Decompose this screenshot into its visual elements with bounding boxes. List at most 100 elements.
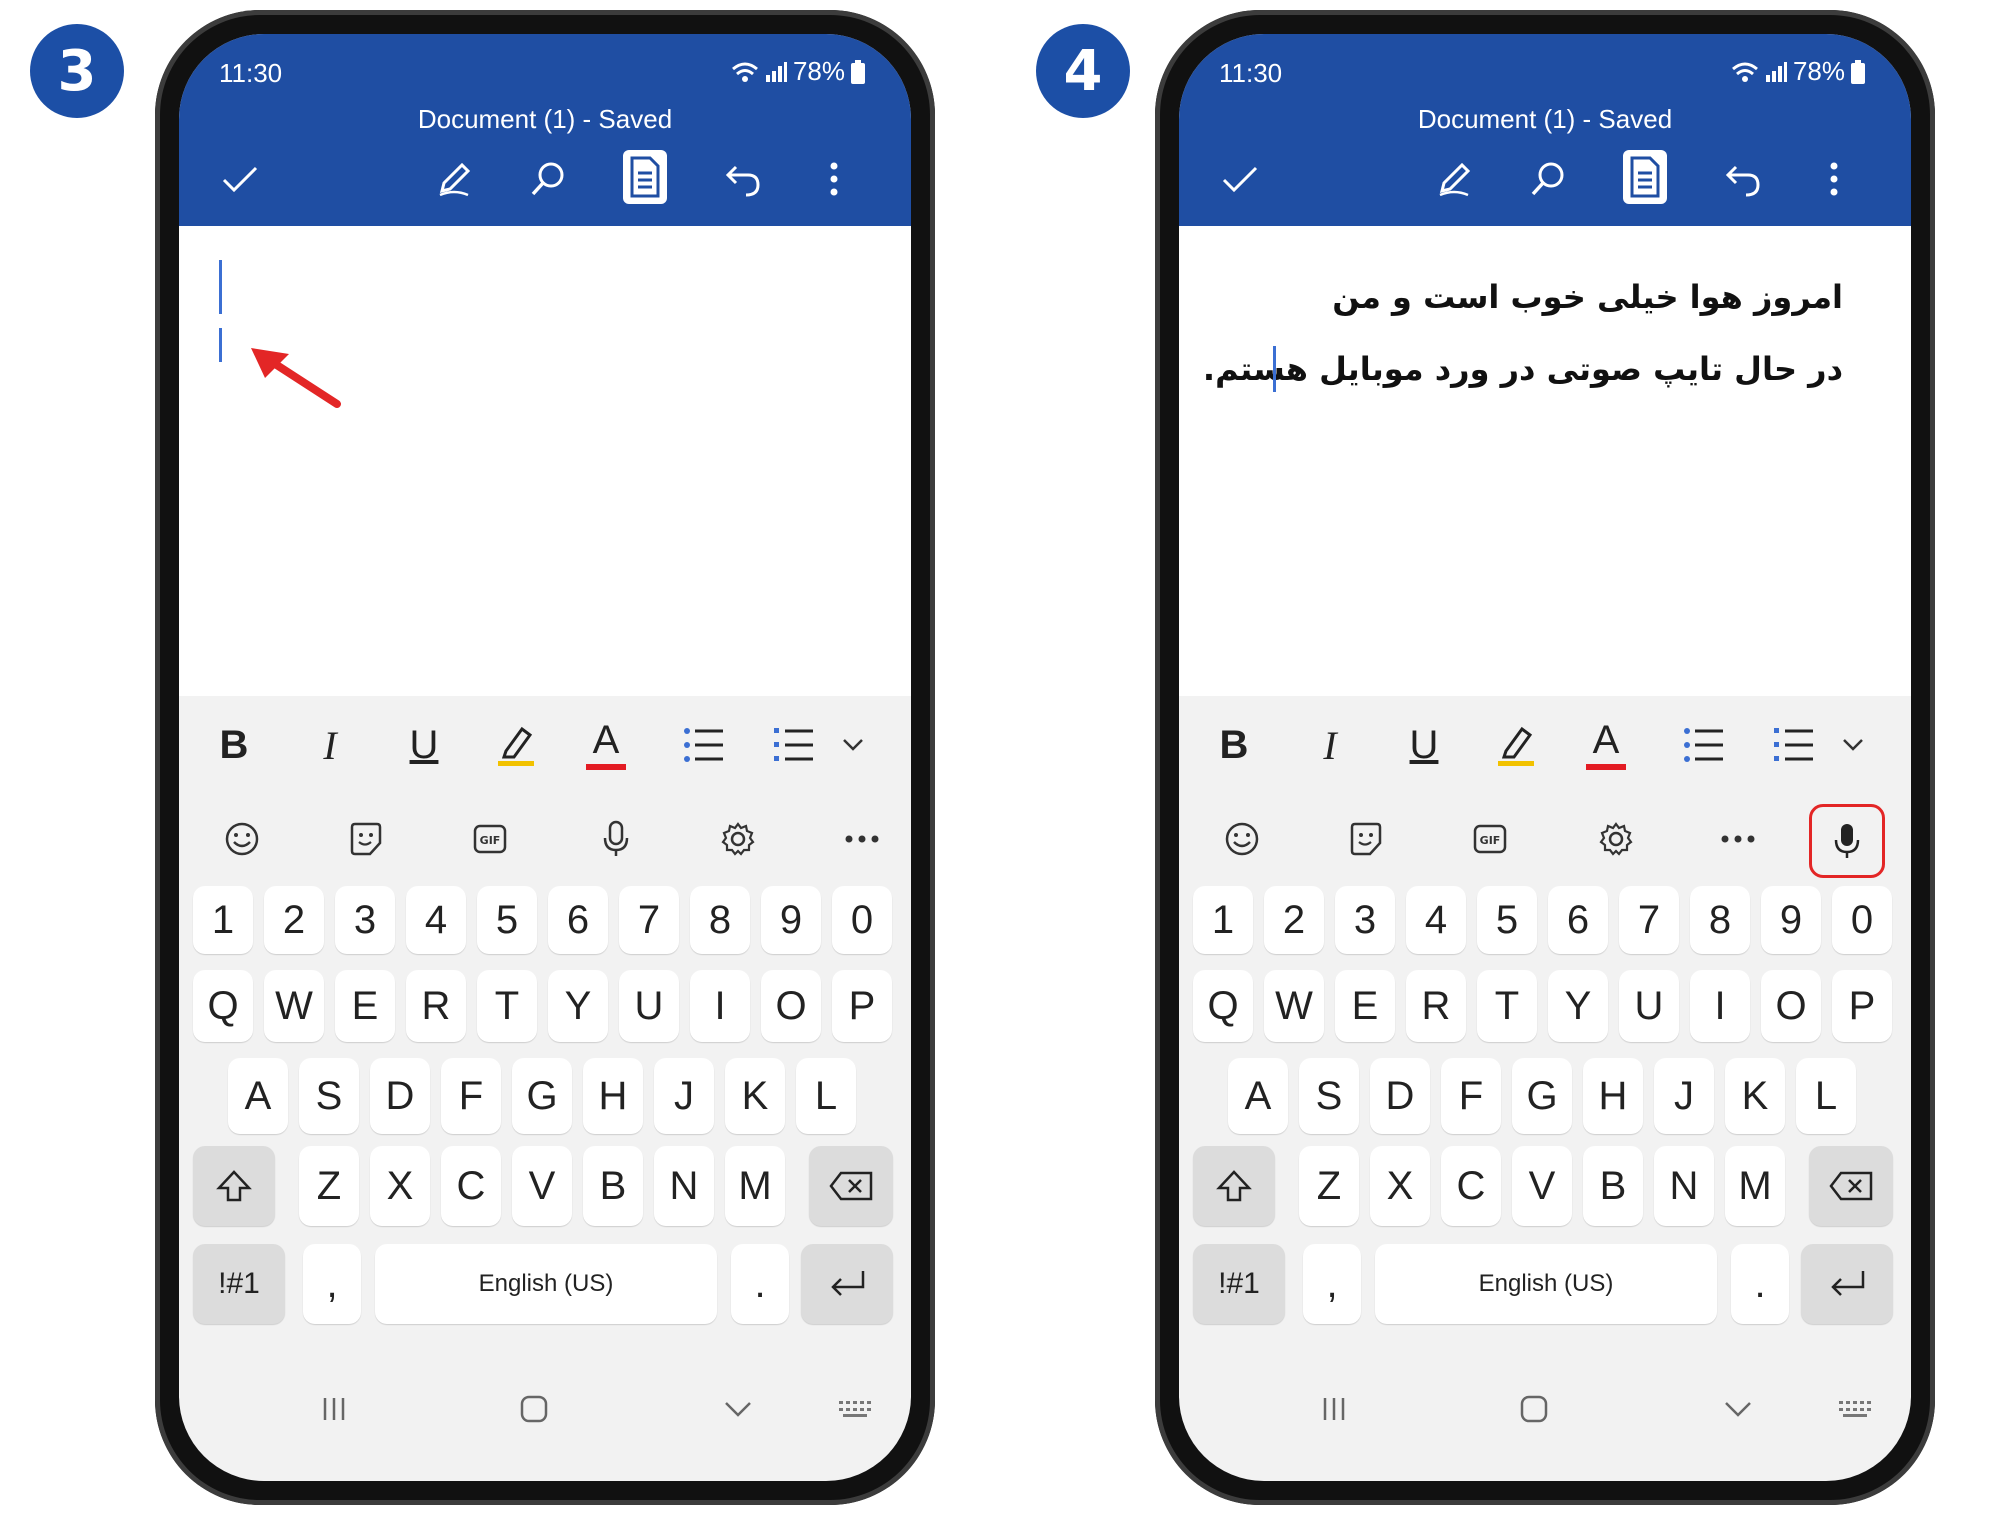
italic-button[interactable]: I	[1305, 696, 1355, 794]
key[interactable]: 0	[1832, 886, 1892, 954]
recent-apps-icon[interactable]	[1309, 1384, 1359, 1434]
comma-key[interactable]: ,	[303, 1244, 361, 1324]
key[interactable]: E	[1335, 970, 1395, 1042]
key[interactable]: 5	[1477, 886, 1537, 954]
hide-keyboard-chevron-icon[interactable]	[713, 1384, 763, 1434]
key[interactable]: K	[725, 1058, 785, 1134]
key[interactable]: C	[1441, 1146, 1501, 1226]
key[interactable]: G	[1512, 1058, 1572, 1134]
italic-button[interactable]: I	[305, 696, 355, 794]
backspace-key[interactable]	[1809, 1146, 1893, 1226]
hide-keyboard-chevron-icon[interactable]	[1713, 1384, 1763, 1434]
symbols-key[interactable]: !#1	[193, 1244, 285, 1324]
draw-pen-icon[interactable]	[1429, 154, 1479, 204]
key[interactable]: H	[583, 1058, 643, 1134]
key[interactable]: N	[654, 1146, 714, 1226]
key[interactable]: 5	[477, 886, 537, 954]
key[interactable]: 7	[619, 886, 679, 954]
key[interactable]: 9	[1761, 886, 1821, 954]
key[interactable]: Y	[1548, 970, 1608, 1042]
key[interactable]: N	[1654, 1146, 1714, 1226]
check-icon[interactable]	[215, 154, 265, 204]
settings-gear-icon[interactable]	[1589, 812, 1643, 866]
search-icon[interactable]	[523, 154, 573, 204]
key[interactable]: U	[1619, 970, 1679, 1042]
key[interactable]: R	[1406, 970, 1466, 1042]
key[interactable]: K	[1725, 1058, 1785, 1134]
microphone-icon[interactable]	[589, 812, 643, 866]
highlight-pen-icon[interactable]	[491, 696, 541, 794]
document-body[interactable]: امروز هوا خیلی خوب است و من در حال تایپ …	[1179, 226, 1911, 696]
more-vertical-icon[interactable]	[1809, 154, 1859, 204]
sticker-icon[interactable]	[339, 812, 393, 866]
document-view-icon[interactable]	[1623, 150, 1667, 204]
key[interactable]: Q	[193, 970, 253, 1042]
draw-pen-icon[interactable]	[429, 154, 479, 204]
enter-key[interactable]	[1801, 1244, 1893, 1324]
more-horizontal-icon[interactable]	[1711, 812, 1765, 866]
shift-key[interactable]	[1193, 1146, 1275, 1226]
bold-button[interactable]: B	[209, 696, 259, 794]
key[interactable]: U	[619, 970, 679, 1042]
microphone-icon[interactable]	[1809, 804, 1885, 878]
key[interactable]: Q	[1193, 970, 1253, 1042]
keyboard-switch-icon[interactable]	[1831, 1384, 1881, 1434]
key[interactable]: J	[1654, 1058, 1714, 1134]
key[interactable]: 9	[761, 886, 821, 954]
underline-button[interactable]: U	[399, 696, 449, 794]
key[interactable]: 7	[1619, 886, 1679, 954]
font-color-button[interactable]: A	[1581, 696, 1631, 794]
key[interactable]: A	[228, 1058, 288, 1134]
shift-key[interactable]	[193, 1146, 275, 1226]
emoji-icon[interactable]	[1215, 812, 1269, 866]
space-key[interactable]: English (US)	[1375, 1244, 1717, 1324]
backspace-key[interactable]	[809, 1146, 893, 1226]
key[interactable]: 3	[1335, 886, 1395, 954]
document-body[interactable]	[179, 226, 911, 696]
key[interactable]: S	[299, 1058, 359, 1134]
key[interactable]: X	[1370, 1146, 1430, 1226]
chevron-down-icon[interactable]	[1833, 696, 1873, 794]
key[interactable]: 3	[335, 886, 395, 954]
gif-icon[interactable]: GIF	[1463, 812, 1517, 866]
emoji-icon[interactable]	[215, 812, 269, 866]
settings-gear-icon[interactable]	[711, 812, 765, 866]
key[interactable]: D	[1370, 1058, 1430, 1134]
sticker-icon[interactable]	[1339, 812, 1393, 866]
key[interactable]: 6	[1548, 886, 1608, 954]
key[interactable]: Z	[299, 1146, 359, 1226]
key[interactable]: B	[583, 1146, 643, 1226]
key[interactable]: L	[796, 1058, 856, 1134]
key[interactable]: L	[1796, 1058, 1856, 1134]
key[interactable]: A	[1228, 1058, 1288, 1134]
enter-key[interactable]	[801, 1244, 893, 1324]
bold-button[interactable]: B	[1209, 696, 1259, 794]
key[interactable]: 8	[690, 886, 750, 954]
home-icon[interactable]	[509, 1384, 559, 1434]
key[interactable]: 4	[406, 886, 466, 954]
key[interactable]: 2	[264, 886, 324, 954]
undo-icon[interactable]	[1719, 154, 1769, 204]
recent-apps-icon[interactable]	[309, 1384, 359, 1434]
key[interactable]: 4	[1406, 886, 1466, 954]
key[interactable]: P	[1832, 970, 1892, 1042]
key[interactable]: B	[1583, 1146, 1643, 1226]
numbered-list-icon[interactable]	[1769, 696, 1819, 794]
key[interactable]: M	[1725, 1146, 1785, 1226]
period-key[interactable]: .	[731, 1244, 789, 1324]
gif-icon[interactable]: GIF	[463, 812, 517, 866]
symbols-key[interactable]: !#1	[1193, 1244, 1285, 1324]
key[interactable]: 2	[1264, 886, 1324, 954]
key[interactable]: W	[1264, 970, 1324, 1042]
key[interactable]: J	[654, 1058, 714, 1134]
key[interactable]: S	[1299, 1058, 1359, 1134]
key[interactable]: X	[370, 1146, 430, 1226]
key[interactable]: D	[370, 1058, 430, 1134]
numbered-list-icon[interactable]	[769, 696, 819, 794]
bullet-list-icon[interactable]	[679, 696, 729, 794]
key[interactable]: I	[690, 970, 750, 1042]
bullet-list-icon[interactable]	[1679, 696, 1729, 794]
undo-icon[interactable]	[719, 154, 769, 204]
check-icon[interactable]	[1215, 154, 1265, 204]
space-key[interactable]: English (US)	[375, 1244, 717, 1324]
